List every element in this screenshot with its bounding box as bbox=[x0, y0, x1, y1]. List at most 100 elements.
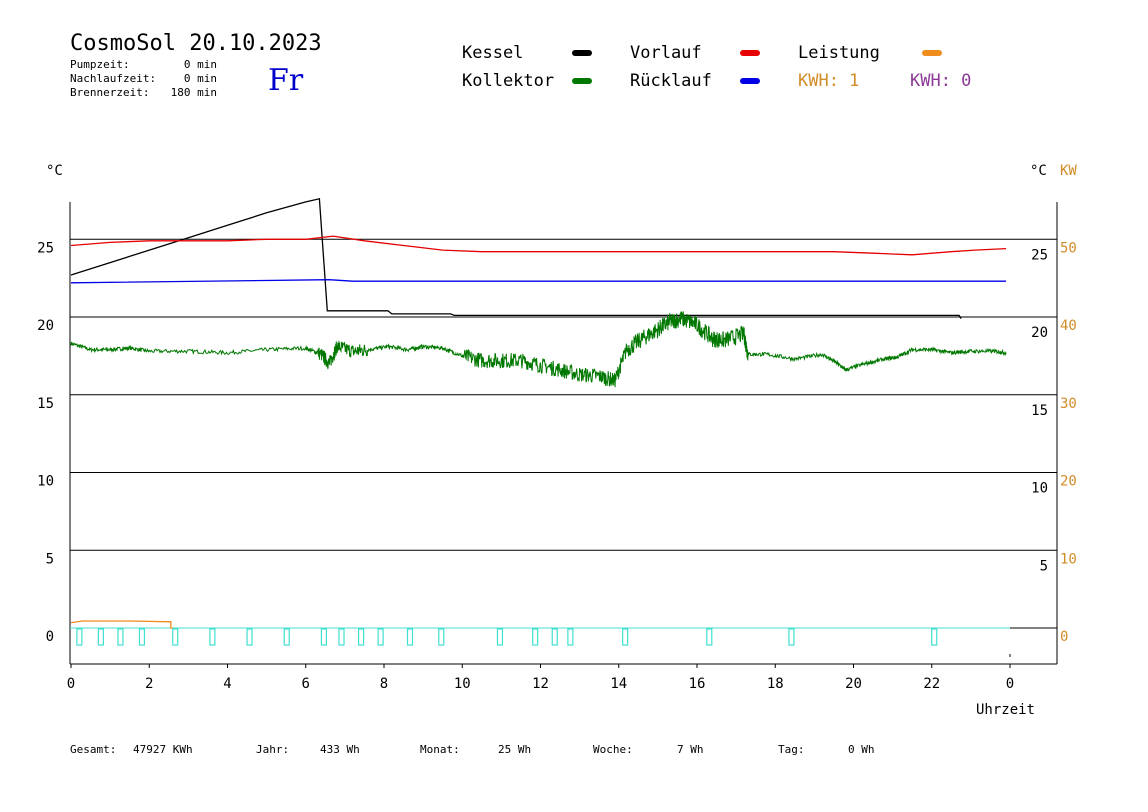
pump-pulse bbox=[209, 628, 216, 646]
left-tick-25: 25 bbox=[37, 240, 54, 256]
left-unit-label: °C bbox=[46, 163, 63, 179]
kwh-label-1: KWH: 1 bbox=[798, 71, 859, 91]
legend-swatch-kessel bbox=[572, 50, 592, 56]
x-tick-labels: 0 2 4 6 8 10 12 14 16 18 20 22 0 bbox=[67, 664, 1014, 692]
right-kw-tick-0: 0 bbox=[1060, 629, 1068, 645]
chart-title: CosmoSol 20.10.2023 bbox=[70, 31, 322, 56]
footer: Gesamt: 47927 KWh Jahr: 433 Wh Monat: 25… bbox=[70, 743, 875, 756]
left-tick-15: 15 bbox=[37, 396, 54, 412]
pump-pulse bbox=[283, 628, 290, 646]
info-value-nachlauf: 0 min bbox=[184, 72, 217, 85]
left-tick-10: 10 bbox=[37, 474, 54, 490]
x-tick-10: 20 bbox=[845, 676, 862, 692]
legend-label-kessel: Kessel bbox=[462, 43, 523, 63]
right-kw-tick-50: 50 bbox=[1060, 240, 1077, 256]
x-tick-5: 10 bbox=[454, 676, 471, 692]
left-tick-labels: 0 5 10 15 20 25 bbox=[37, 240, 54, 645]
right-temp-tick-25: 25 bbox=[1031, 247, 1048, 263]
pump-pulse bbox=[377, 628, 384, 646]
footer-jahr-label: Jahr: bbox=[256, 743, 289, 756]
footer-tag-label: Tag: bbox=[778, 743, 805, 756]
legend-swatch-kollektor bbox=[572, 78, 592, 84]
info-label-brenner: Brennerzeit: bbox=[70, 86, 149, 99]
pump-pulse bbox=[788, 628, 795, 646]
footer-tag-value: 0 Wh bbox=[848, 743, 875, 756]
pump-pulse bbox=[97, 628, 104, 646]
x-tick-4: 8 bbox=[380, 676, 388, 692]
legend: Kessel Kollektor Vorlauf Rücklauf Leistu… bbox=[462, 43, 971, 91]
pump-pulse bbox=[532, 628, 539, 646]
legend-label-leistung: Leistung bbox=[798, 43, 880, 63]
pump-pulse bbox=[338, 628, 345, 646]
legend-label-kollektor: Kollektor bbox=[462, 71, 554, 91]
kwh-label-2: KWH: 0 bbox=[910, 71, 971, 91]
footer-woche-value: 7 Wh bbox=[677, 743, 704, 756]
x-tick-9: 18 bbox=[767, 676, 784, 692]
pump-pulse bbox=[320, 628, 327, 646]
right-unit-label: °C bbox=[1030, 163, 1047, 179]
series-line-rcklauf bbox=[70, 279, 1007, 284]
pump-pulse bbox=[496, 628, 504, 646]
x-axis-label: Uhrzeit bbox=[976, 702, 1035, 718]
info-value-brenner: 180 min bbox=[171, 86, 217, 99]
x-tick-7: 14 bbox=[610, 676, 627, 692]
right-kw-tick-10: 10 bbox=[1060, 551, 1077, 567]
series-lines bbox=[70, 197, 1007, 629]
chart: CosmoSol 20.10.2023 Pumpzeit: 0 min Nach… bbox=[37, 31, 1077, 756]
pump-pulse bbox=[76, 628, 83, 646]
x-tick-12: 0 bbox=[1006, 676, 1014, 692]
pump-pulse bbox=[117, 628, 124, 646]
right-kw-tick-30: 30 bbox=[1060, 396, 1077, 412]
left-tick-0: 0 bbox=[46, 629, 54, 645]
pump-pulses bbox=[76, 628, 938, 646]
x-tick-8: 16 bbox=[689, 676, 706, 692]
right-kw-tick-20: 20 bbox=[1060, 474, 1077, 490]
info-value-pump: 0 min bbox=[184, 58, 217, 71]
pump-pulse bbox=[357, 628, 365, 646]
left-tick-5: 5 bbox=[46, 551, 54, 567]
footer-gesamt-value: 47927 KWh bbox=[133, 743, 193, 756]
grid-lines bbox=[70, 238, 1057, 629]
x-tick-6: 12 bbox=[532, 676, 549, 692]
right-tick-labels: 5 10 15 20 25 0 10 20 30 40 50 bbox=[1031, 240, 1077, 645]
footer-monat-value: 25 Wh bbox=[498, 743, 531, 756]
pump-pulse bbox=[551, 628, 558, 646]
footer-monat-label: Monat: bbox=[420, 743, 460, 756]
legend-swatch-vorlauf bbox=[740, 50, 760, 56]
right-temp-tick-5: 5 bbox=[1040, 558, 1048, 574]
weekday-label: Fr bbox=[268, 63, 304, 98]
info-label-nachlauf: Nachlaufzeit: bbox=[70, 72, 156, 85]
pump-pulse bbox=[931, 628, 938, 646]
x-tick-3: 6 bbox=[302, 676, 310, 692]
x-tick-2: 4 bbox=[223, 676, 231, 692]
footer-jahr-value: 433 Wh bbox=[320, 743, 360, 756]
x-tick-1: 2 bbox=[145, 676, 153, 692]
pump-pulse bbox=[438, 628, 445, 646]
right-temp-tick-20: 20 bbox=[1031, 325, 1048, 341]
pump-pulse bbox=[567, 628, 574, 646]
series-line-leistung bbox=[70, 620, 173, 629]
right-unit-kw-label: KW bbox=[1060, 163, 1077, 179]
series-line-kessel bbox=[70, 197, 962, 319]
pump-pulse bbox=[706, 628, 713, 646]
legend-label-vorlauf: Vorlauf bbox=[630, 43, 702, 63]
legend-swatch-leistung bbox=[922, 50, 942, 56]
info-block: Pumpzeit: 0 min Nachlaufzeit: 0 min Bren… bbox=[70, 58, 217, 99]
pump-pulse bbox=[622, 628, 629, 646]
info-label-pump: Pumpzeit: bbox=[70, 58, 130, 71]
pump-pulse bbox=[138, 628, 146, 646]
legend-swatch-ruecklauf bbox=[740, 78, 760, 84]
x-tick-0: 0 bbox=[67, 676, 75, 692]
pump-pulse bbox=[406, 628, 414, 646]
x-tick-11: 22 bbox=[923, 676, 940, 692]
right-temp-tick-10: 10 bbox=[1031, 481, 1048, 497]
right-kw-tick-40: 40 bbox=[1060, 318, 1077, 334]
pump-pulse bbox=[246, 628, 253, 646]
footer-woche-label: Woche: bbox=[593, 743, 633, 756]
right-temp-tick-15: 15 bbox=[1031, 403, 1048, 419]
series-line-kollektor bbox=[70, 311, 1007, 388]
pump-pulse bbox=[172, 628, 179, 646]
legend-label-ruecklauf: Rücklauf bbox=[630, 71, 712, 91]
left-tick-20: 20 bbox=[37, 318, 54, 334]
footer-gesamt-label: Gesamt: bbox=[70, 743, 116, 756]
